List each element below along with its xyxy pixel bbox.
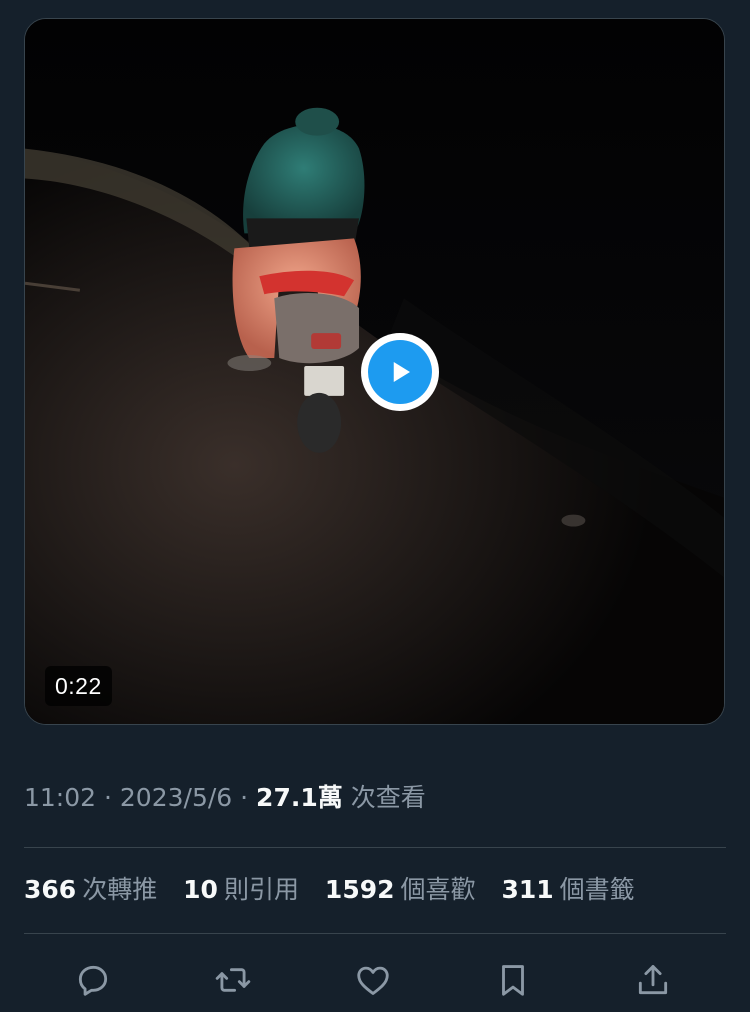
reply-button[interactable] <box>71 958 115 1002</box>
divider <box>24 847 726 848</box>
stat-label: 個書籤 <box>559 875 635 904</box>
stat-value: 311 <box>501 875 554 904</box>
like-icon <box>357 966 389 995</box>
meta-separator: · <box>240 783 249 812</box>
video-duration: 0:22 <box>45 666 112 706</box>
play-icon <box>368 340 432 404</box>
like-button[interactable] <box>351 958 395 1002</box>
meta-separator: · <box>104 783 112 812</box>
bookmark-button[interactable] <box>491 958 535 1002</box>
video-player[interactable]: 0:22 <box>24 18 725 725</box>
stat-value: 1592 <box>324 875 395 904</box>
play-button[interactable] <box>361 333 439 411</box>
stat-value: 10 <box>183 875 218 904</box>
action-bar <box>24 952 726 1008</box>
stat-label: 次轉推 <box>82 875 158 904</box>
stat-quotes[interactable]: 10 則引用 <box>183 870 299 910</box>
stat-label: 個喜歡 <box>400 875 476 904</box>
share-icon <box>638 965 668 995</box>
tweet-meta: 11:02 · 2023/5/6 · 27.1萬 次查看 <box>24 780 426 816</box>
retweet-button[interactable] <box>211 958 255 1002</box>
bookmark-icon <box>502 965 524 996</box>
stat-retweets[interactable]: 366 次轉推 <box>24 870 157 910</box>
tweet-detail: 0:22 11:02 · 2023/5/6 · 27.1萬 次查看 366 次轉推… <box>0 0 750 1012</box>
reply-icon <box>78 965 108 996</box>
divider <box>24 933 726 934</box>
engagement-stats: 366 次轉推 10 則引用 1592 個喜歡 311 個書籤 <box>24 870 653 910</box>
tweet-time[interactable]: 11:02 <box>24 783 96 812</box>
tweet-date[interactable]: 2023/5/6 <box>120 783 232 812</box>
view-count: 27.1萬 <box>256 783 343 812</box>
stat-bookmarks[interactable]: 311 個書籤 <box>501 870 634 910</box>
view-count-label: 次查看 <box>350 783 426 812</box>
retweet-icon <box>215 968 251 992</box>
stat-label: 則引用 <box>223 875 299 904</box>
share-button[interactable] <box>631 958 675 1002</box>
stat-value: 366 <box>24 875 77 904</box>
stat-likes[interactable]: 1592 個喜歡 <box>325 870 476 910</box>
